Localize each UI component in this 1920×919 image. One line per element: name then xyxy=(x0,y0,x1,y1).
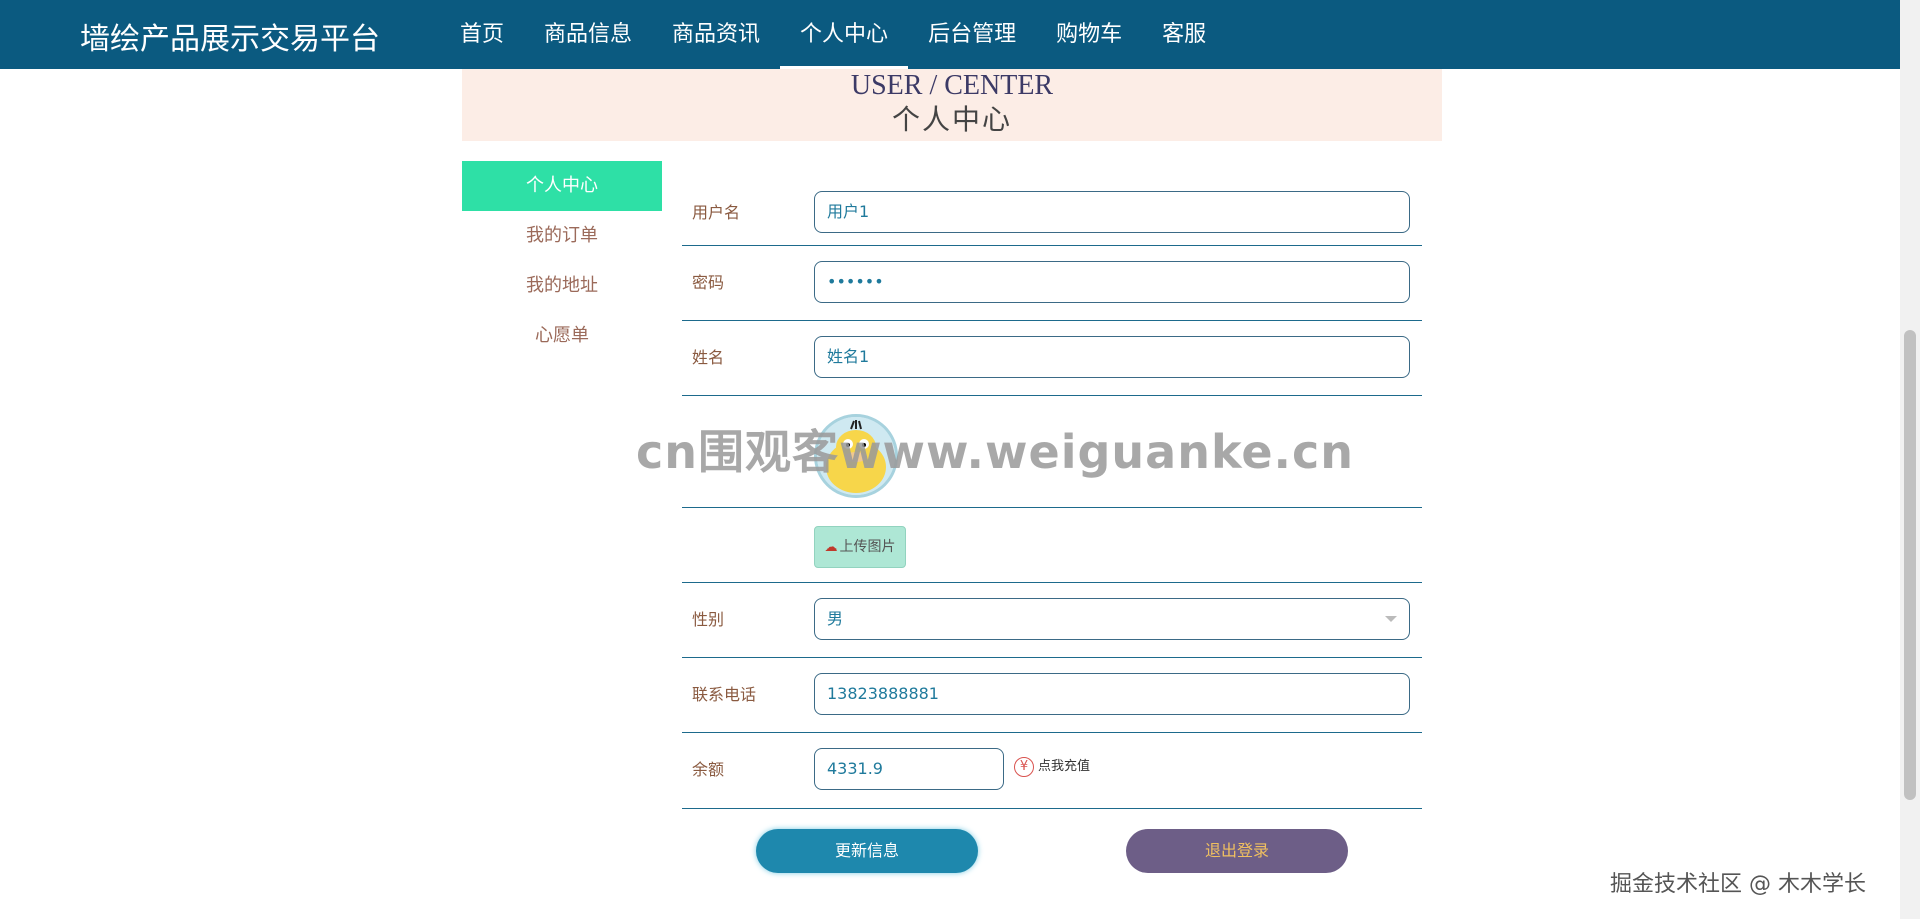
chevron-down-icon xyxy=(1385,616,1397,622)
page-scrollbar[interactable] xyxy=(1900,0,1920,919)
sidebar-item-orders[interactable]: 我的订单 xyxy=(462,211,662,261)
balance-label: 余额 xyxy=(692,760,725,779)
page-banner: USER / CENTER 个人中心 xyxy=(462,69,1442,141)
nav-user-center[interactable]: 个人中心 xyxy=(780,0,909,69)
sidebar-item-user-center[interactable]: 个人中心 xyxy=(462,161,662,211)
sidebar-item-address[interactable]: 我的地址 xyxy=(462,261,662,311)
gender-selected-value: 男 xyxy=(827,609,844,628)
nav-products[interactable]: 商品信息 xyxy=(524,0,652,69)
upload-image-button[interactable]: ☁ 上传图片 xyxy=(814,526,906,568)
form-row-balance: 余额 4331.9 ¥ 点我充值 xyxy=(682,733,1422,809)
sidebar-item-wishlist[interactable]: 心愿单 xyxy=(462,311,662,361)
form-row-name: 姓名 姓名1 xyxy=(682,321,1422,396)
banner-title-cn: 个人中心 xyxy=(891,103,1012,136)
gender-select[interactable]: 男 xyxy=(814,598,1410,640)
username-label: 用户名 xyxy=(692,203,741,222)
nav-admin[interactable]: 后台管理 xyxy=(908,0,1036,69)
top-nav-bar: 墙绘产品展示交易平台 首页 商品信息 商品资讯 个人中心 后台管理 购物车 客服 xyxy=(0,0,1900,69)
main-nav: 首页 商品信息 商品资讯 个人中心 后台管理 购物车 客服 xyxy=(440,0,1226,69)
upload-button-label: 上传图片 xyxy=(839,539,896,555)
phone-label: 联系电话 xyxy=(692,685,757,704)
username-input[interactable]: 用户1 xyxy=(814,191,1410,233)
logout-button[interactable]: 退出登录 xyxy=(1126,829,1348,873)
update-info-button[interactable]: 更新信息 xyxy=(756,829,978,873)
brand-title: 墙绘产品展示交易平台 xyxy=(80,22,380,57)
name-label: 姓名 xyxy=(692,348,725,367)
user-sidebar: 个人中心 我的订单 我的地址 心愿单 xyxy=(462,161,662,361)
password-label: 密码 xyxy=(692,273,725,292)
site-watermark: cn围观客www.weiguanke.cn xyxy=(636,425,1355,479)
cloud-upload-icon: ☁ xyxy=(824,540,838,555)
nav-cart[interactable]: 购物车 xyxy=(1036,0,1142,69)
user-info-form: 用户名 用户1 密码 •••••• 姓名 姓名1 ☁ 上传图片 性别 男 联系电… xyxy=(682,180,1422,809)
password-input[interactable]: •••••• xyxy=(814,261,1410,303)
nav-news[interactable]: 商品资讯 xyxy=(652,0,780,69)
banner-title-en: USER / CENTER xyxy=(850,70,1054,101)
yen-icon: ¥ xyxy=(1014,756,1034,777)
name-input[interactable]: 姓名1 xyxy=(814,336,1410,378)
phone-input[interactable]: 13823888881 xyxy=(814,673,1410,715)
form-row-phone: 联系电话 13823888881 xyxy=(682,658,1422,733)
form-row-upload: ☁ 上传图片 xyxy=(682,508,1422,583)
form-row-username: 用户名 用户1 xyxy=(682,180,1422,246)
nav-service[interactable]: 客服 xyxy=(1142,0,1226,69)
nav-home[interactable]: 首页 xyxy=(440,0,524,69)
recharge-label: 点我充值 xyxy=(1038,759,1091,774)
form-row-password: 密码 •••••• xyxy=(682,246,1422,321)
scroll-thumb[interactable] xyxy=(1904,330,1916,800)
recharge-link[interactable]: ¥ 点我充值 xyxy=(1014,756,1090,778)
gender-label: 性别 xyxy=(692,610,725,629)
form-row-gender: 性别 男 xyxy=(682,583,1422,658)
balance-input[interactable]: 4331.9 xyxy=(814,748,1004,790)
footer-watermark: 掘金技术社区 @ 木木学长 xyxy=(1610,872,1866,897)
